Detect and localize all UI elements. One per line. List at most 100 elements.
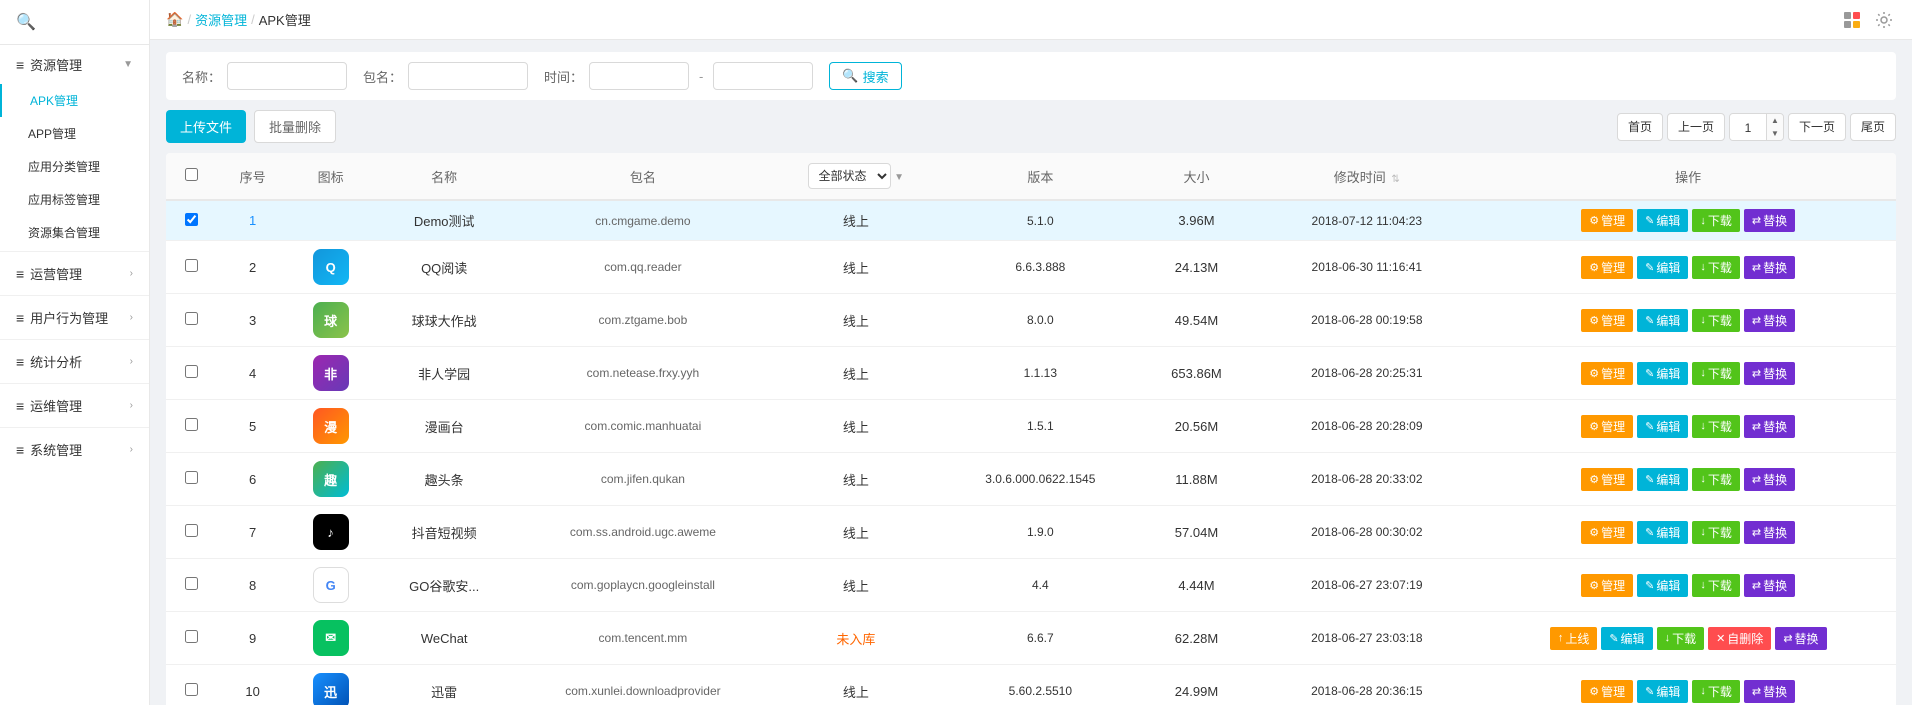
action-manage-button[interactable]: ⚙管理	[1581, 468, 1633, 491]
action-replace-button[interactable]: ⇄替换	[1744, 574, 1795, 597]
sidebar-item-user-behavior[interactable]: ≡ 用户行为管理 ›	[0, 298, 149, 337]
replace-icon: ⇄	[1752, 526, 1761, 539]
action-online-button[interactable]: ↑上线	[1550, 627, 1598, 650]
page-up-arrow[interactable]: ▲	[1767, 114, 1783, 127]
action-edit-button[interactable]: ✎编辑	[1637, 574, 1688, 597]
edit-label: 编辑	[1656, 524, 1680, 541]
action-edit-button[interactable]: ✎编辑	[1637, 209, 1688, 232]
select-all-checkbox[interactable]	[185, 168, 198, 181]
toolbar-left: 上传文件 批量删除	[166, 110, 336, 143]
sidebar-item-system-management[interactable]: ≡ 系统管理 ›	[0, 430, 149, 469]
row-checkbox[interactable]	[185, 577, 198, 590]
action-manage-button[interactable]: ⚙管理	[1581, 362, 1633, 385]
action-replace-button[interactable]: ⇄替换	[1744, 680, 1795, 703]
sidebar-item-operations-management[interactable]: ≡ 运营管理 ›	[0, 254, 149, 293]
action-edit-button[interactable]: ✎编辑	[1637, 468, 1688, 491]
action-replace-button[interactable]: ⇄替换	[1744, 468, 1795, 491]
time-end-input[interactable]	[713, 62, 813, 90]
action-download-button[interactable]: ↓下载	[1657, 627, 1705, 650]
row-seq-link[interactable]: 1	[249, 213, 256, 228]
row-size: 57.04M	[1140, 506, 1254, 559]
grid-icon-btn[interactable]	[1840, 8, 1864, 32]
action-replace-button[interactable]: ⇄替换	[1775, 627, 1826, 650]
action-edit-button[interactable]: ✎编辑	[1601, 627, 1652, 650]
sidebar-item-statistics[interactable]: ≡ 统计分析 ›	[0, 342, 149, 381]
status-filter-select[interactable]: 全部状态 线上 未入库	[808, 163, 891, 189]
action-download-button[interactable]: ↓下载	[1692, 256, 1740, 279]
row-status: 线上	[771, 294, 941, 347]
row-checkbox[interactable]	[185, 365, 198, 378]
action-download-button[interactable]: ↓下载	[1692, 680, 1740, 703]
name-input[interactable]	[227, 62, 347, 90]
action-replace-button[interactable]: ⇄替换	[1744, 521, 1795, 544]
action-replace-button[interactable]: ⇄替换	[1744, 362, 1795, 385]
action-replace-button[interactable]: ⇄替换	[1744, 309, 1795, 332]
search-button[interactable]: 🔍 搜索	[829, 62, 901, 90]
action-manage-button[interactable]: ⚙管理	[1581, 256, 1633, 279]
auto-delete-icon: ✕	[1716, 632, 1725, 645]
sidebar-item-category-management[interactable]: 应用分类管理	[0, 150, 149, 183]
action-download-button[interactable]: ↓下载	[1692, 521, 1740, 544]
batch-delete-button[interactable]: 批量删除	[254, 110, 336, 143]
action-manage-button[interactable]: ⚙管理	[1581, 309, 1633, 332]
time-header[interactable]: 修改时间 ⇅	[1253, 153, 1480, 200]
upload-button[interactable]: 上传文件	[166, 110, 246, 143]
row-checkbox[interactable]	[185, 213, 198, 226]
page-down-arrow[interactable]: ▼	[1767, 127, 1783, 140]
action-download-button[interactable]: ↓下载	[1692, 574, 1740, 597]
pkg-input[interactable]	[408, 62, 528, 90]
sidebar-item-apk-management[interactable]: APK管理	[0, 84, 149, 117]
action-edit-button[interactable]: ✎编辑	[1637, 362, 1688, 385]
row-checkbox[interactable]	[185, 524, 198, 537]
action-replace-button[interactable]: ⇄替换	[1744, 209, 1795, 232]
action-download-button[interactable]: ↓下载	[1692, 309, 1740, 332]
row-seq: 10	[217, 665, 288, 705]
action-download-button[interactable]: ↓下载	[1692, 362, 1740, 385]
last-page-button[interactable]: 尾页	[1850, 113, 1896, 141]
settings-icon-btn[interactable]	[1872, 8, 1896, 32]
action-manage-button[interactable]: ⚙管理	[1581, 574, 1633, 597]
row-version: 1.9.0	[941, 506, 1140, 559]
row-checkbox[interactable]	[185, 259, 198, 272]
time-start-input[interactable]	[589, 62, 689, 90]
action-edit-button[interactable]: ✎编辑	[1637, 521, 1688, 544]
action-auto-delete-button[interactable]: ✕自删除	[1708, 627, 1771, 650]
action-manage-button[interactable]: ⚙管理	[1581, 521, 1633, 544]
action-edit-button[interactable]: ✎编辑	[1637, 680, 1688, 703]
home-icon[interactable]: 🏠	[166, 11, 183, 28]
app-icon: 非	[313, 355, 349, 391]
action-manage-button[interactable]: ⚙管理	[1581, 209, 1633, 232]
action-edit-button[interactable]: ✎编辑	[1637, 415, 1688, 438]
row-status: 线上	[771, 400, 941, 453]
action-replace-button[interactable]: ⇄替换	[1744, 256, 1795, 279]
sidebar-item-resource-management[interactable]: ≡ 资源管理 ▼	[0, 45, 149, 84]
status-badge: 线上	[843, 367, 869, 382]
action-edit-button[interactable]: ✎编辑	[1637, 256, 1688, 279]
replace-icon: ⇄	[1783, 632, 1792, 645]
table-row: 9✉WeChatcom.tencent.mm未入库6.6.762.28M2018…	[166, 612, 1896, 665]
sidebar-item-devops[interactable]: ≡ 运维管理 ›	[0, 386, 149, 425]
action-replace-button[interactable]: ⇄替换	[1744, 415, 1795, 438]
action-download-button[interactable]: ↓下载	[1692, 415, 1740, 438]
first-page-button[interactable]: 首页	[1617, 113, 1663, 141]
row-checkbox[interactable]	[185, 312, 198, 325]
prev-page-button[interactable]: 上一页	[1667, 113, 1725, 141]
sidebar-item-resource-collection[interactable]: 资源集合管理	[0, 216, 149, 249]
sidebar-item-app-management[interactable]: APP管理	[0, 117, 149, 150]
row-checkbox-cell	[166, 506, 217, 559]
row-checkbox[interactable]	[185, 630, 198, 643]
download-label: 下载	[1708, 524, 1732, 541]
action-edit-button[interactable]: ✎编辑	[1637, 309, 1688, 332]
action-download-button[interactable]: ↓下载	[1692, 468, 1740, 491]
sidebar-item-tag-management[interactable]: 应用标签管理	[0, 183, 149, 216]
next-page-button[interactable]: 下一页	[1788, 113, 1846, 141]
sort-icon: ⇅	[1391, 174, 1399, 185]
icon-header: 图标	[288, 153, 373, 200]
row-checkbox[interactable]	[185, 683, 198, 696]
action-manage-button[interactable]: ⚙管理	[1581, 415, 1633, 438]
breadcrumb-resource[interactable]: 资源管理	[195, 10, 247, 29]
action-download-button[interactable]: ↓下载	[1692, 209, 1740, 232]
action-manage-button[interactable]: ⚙管理	[1581, 680, 1633, 703]
row-checkbox[interactable]	[185, 471, 198, 484]
row-checkbox[interactable]	[185, 418, 198, 431]
